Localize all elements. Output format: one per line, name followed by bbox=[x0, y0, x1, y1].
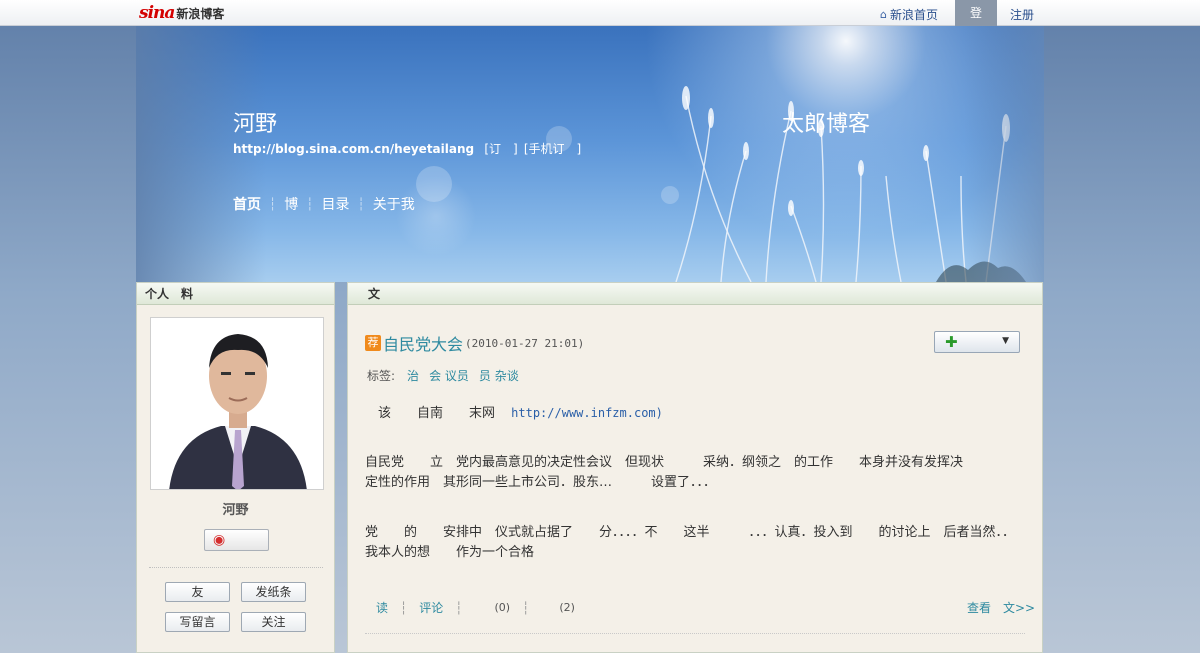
post-paragraph: 党 的 安排中 仪式就占据了 分．．．．不 这半 ．．．认真．投入到 的讨论上 … bbox=[365, 523, 1025, 563]
mobile-subscribe-link[interactable]: [手机订 ] bbox=[524, 142, 581, 156]
tag-link[interactable]: 会 议员 bbox=[429, 367, 469, 384]
nav-directory[interactable]: 目录 bbox=[321, 194, 349, 214]
nav-separator: ┆ bbox=[357, 197, 365, 211]
article-panel-title: 文 bbox=[348, 283, 1042, 305]
avatar-photo bbox=[151, 318, 323, 489]
banner-fade-right bbox=[964, 26, 1044, 282]
avatar[interactable] bbox=[150, 317, 324, 490]
add-to-dropdown-button[interactable]: ✚ ▼ bbox=[934, 331, 1020, 353]
post-paragraph-line: 定性的作用 其形同一些上市公司．股东… 设置了．．． bbox=[365, 475, 717, 490]
read-count: (2) bbox=[559, 601, 575, 614]
post-paragraph: 该 自南 末网 http://www.infzm.com) bbox=[365, 403, 1025, 424]
add-friend-button[interactable]: 友 bbox=[165, 582, 230, 602]
home-icon: ⌂ bbox=[880, 8, 887, 21]
post-paragraph-text: 该 自南 末网 bbox=[378, 406, 496, 421]
nav-separator: ┆ bbox=[269, 197, 277, 211]
post-paragraph: 自民党 立 党内最高意见的决定性会议 但现状 采纳．纲领之 的工作 本身并没有发… bbox=[365, 453, 1025, 493]
post-actions: 读 ┆ 评论 ┆ (0) ┆ (2) bbox=[376, 599, 575, 616]
plus-icon: ✚ bbox=[945, 333, 958, 351]
top-bar: sina 新浪博客 ⌂ 新浪首页 登 注册 bbox=[0, 0, 1200, 26]
read-link[interactable]: 读 bbox=[376, 599, 388, 616]
action-separator: ┆ bbox=[522, 600, 530, 615]
comment-link[interactable]: 评论 bbox=[419, 599, 443, 616]
post-paragraph-line: 自民党 立 党内最高意见的决定性会议 但现状 采纳．纲领之 的工作 本身并没有发… bbox=[365, 455, 964, 470]
action-separator: ┆ bbox=[400, 600, 408, 615]
post-tags: 标签: 治 会 议员 员 杂谈 bbox=[367, 367, 529, 384]
post-paragraph-line: 我本人的想 作为一个合格 bbox=[365, 545, 535, 560]
nav-about-me[interactable]: 关于我 bbox=[373, 194, 415, 214]
blog-url: http://blog.sina.com.cn/heyetailang [订 ]… bbox=[233, 140, 581, 157]
register-link[interactable]: 注册 bbox=[1010, 6, 1034, 23]
weibo-icon: ◉ bbox=[213, 532, 226, 548]
blog-name: 河野 bbox=[233, 112, 278, 137]
sina-blog-logo-label: 新浪博客 bbox=[176, 7, 225, 21]
sina-home-link[interactable]: ⌂ 新浪首页 bbox=[880, 6, 938, 23]
post-date: (2010-01-27 21:01) bbox=[465, 336, 585, 350]
blog-url-text[interactable]: http://blog.sina.com.cn/heyetailang bbox=[233, 142, 474, 156]
owner-name[interactable]: 河野 bbox=[137, 499, 334, 518]
tags-label: 标签: bbox=[367, 369, 396, 383]
divider bbox=[365, 633, 1025, 634]
post-paragraph-line: 党 的 安排中 仪式就占据了 分．．．．不 这半 ．．．认真．投入到 的讨论上 … bbox=[365, 525, 1016, 540]
post-external-link[interactable]: http://www.infzm.com) bbox=[511, 406, 663, 420]
sina-home-label: 新浪首页 bbox=[889, 8, 938, 22]
nav-separator: ┆ bbox=[306, 197, 314, 211]
light-bubble bbox=[416, 166, 452, 202]
post-title[interactable]: 自民党大会 bbox=[383, 331, 463, 355]
login-button[interactable]: 登 bbox=[955, 0, 997, 26]
nav-blog[interactable]: 博 bbox=[284, 194, 298, 214]
post-title-row: 荐 自民党大会 (2010-01-27 21:01) bbox=[365, 331, 584, 355]
profile-panel: 个人 料 河野 ◉ 友 发纸条 写留言 关注 bbox=[136, 282, 335, 653]
blog-header-banner: 河野 http://blog.sina.com.cn/heyetailang [… bbox=[136, 26, 1044, 282]
article-panel: 文 荐 自民党大会 (2010-01-27 21:01) ✚ ▼ 标签: 治 会… bbox=[347, 282, 1043, 653]
sina-logo-text: sina bbox=[139, 3, 175, 23]
tag-link[interactable]: 治 bbox=[407, 367, 419, 384]
follow-button[interactable]: 关注 bbox=[241, 612, 306, 632]
tag-link[interactable]: 员 杂谈 bbox=[479, 367, 519, 384]
dropdown-arrow-icon: ▼ bbox=[1002, 336, 1009, 346]
nav-home[interactable]: 首页 bbox=[233, 194, 261, 214]
send-message-button[interactable]: 发纸条 bbox=[241, 582, 306, 602]
read-full-article-link[interactable]: 查看 文>> bbox=[967, 599, 1035, 616]
blog-title: 太郎博客 bbox=[782, 112, 871, 137]
subscribe-link[interactable]: [订 ] bbox=[484, 142, 517, 156]
profile-panel-title: 个人 料 bbox=[137, 283, 334, 305]
divider bbox=[149, 567, 323, 568]
comment-count: (0) bbox=[494, 601, 511, 614]
weibo-follow-button[interactable]: ◉ bbox=[204, 529, 269, 551]
blog-nav: 首页 ┆ 博 ┆ 目录 ┆ 关于我 bbox=[233, 194, 415, 214]
action-separator: ┆ bbox=[455, 600, 463, 615]
sina-blog-logo[interactable]: sina 新浪博客 bbox=[139, 3, 224, 23]
leave-comment-button[interactable]: 写留言 bbox=[165, 612, 230, 632]
recommend-icon: 荐 bbox=[365, 335, 381, 351]
